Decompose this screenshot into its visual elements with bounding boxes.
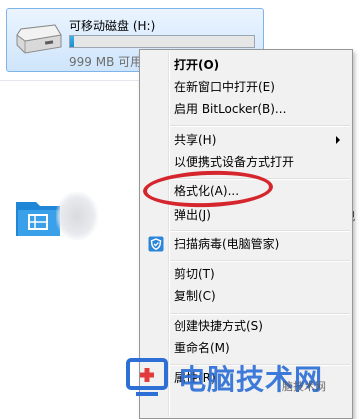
menu-item-label: 在新窗口中打开(E) [174, 80, 275, 94]
explorer-divider [0, 80, 140, 81]
drive-usage-fill [70, 36, 74, 47]
watermark: 电脑技术网 脑技术网 [120, 352, 360, 410]
menu-item-open-new-window[interactable]: 在新窗口中打开(E) [142, 76, 350, 98]
shield-icon [148, 236, 164, 252]
menu-item-eject[interactable]: 弹出(J) [142, 204, 350, 226]
removable-drive-icon [16, 24, 62, 54]
menu-item-copy[interactable]: 复制(C) [142, 285, 350, 307]
menu-item-cut[interactable]: 剪切(T) [142, 263, 350, 285]
menu-item-bitlocker[interactable]: 启用 BitLocker(B)... [142, 98, 350, 120]
submenu-arrow-icon [336, 136, 340, 144]
menu-item-open-as-portable[interactable]: 以便携式设备方式打开 [142, 151, 350, 173]
menu-item-share[interactable]: 共享(H) [142, 129, 350, 151]
drive-usage-bar [69, 35, 255, 48]
menu-item-label: 打开(O) [174, 58, 220, 72]
menu-item-label: 扫描病毒(电脑管家) [174, 237, 280, 251]
menu-item-label: 共享(H) [174, 133, 217, 147]
menu-item-open[interactable]: 打开(O) [142, 54, 350, 76]
drive-free-space: 999 MB 可用 [69, 55, 143, 69]
menu-item-create-shortcut[interactable]: 创建快捷方式(S) [142, 315, 350, 337]
menu-separator [170, 230, 350, 232]
watermark-sub: 脑技术网 [282, 380, 326, 393]
menu-item-scan-virus[interactable]: 扫描病毒(电脑管家) [142, 233, 350, 255]
watermark-logo-icon [126, 358, 168, 396]
drive-name: 可移动磁盘 (H:) [69, 19, 156, 33]
menu-separator [170, 125, 350, 127]
menu-item-label: 以便携式设备方式打开 [174, 155, 295, 169]
menu-item-label: 弹出(J) [174, 208, 211, 222]
menu-separator [170, 260, 350, 262]
menu-item-label: 剪切(T) [174, 267, 215, 281]
blurred-folder-label [56, 192, 98, 240]
menu-item-label: 复制(C) [174, 289, 216, 303]
menu-item-label: 创建快捷方式(S) [174, 319, 263, 333]
menu-item-label: 启用 BitLocker(B)... [174, 102, 287, 116]
